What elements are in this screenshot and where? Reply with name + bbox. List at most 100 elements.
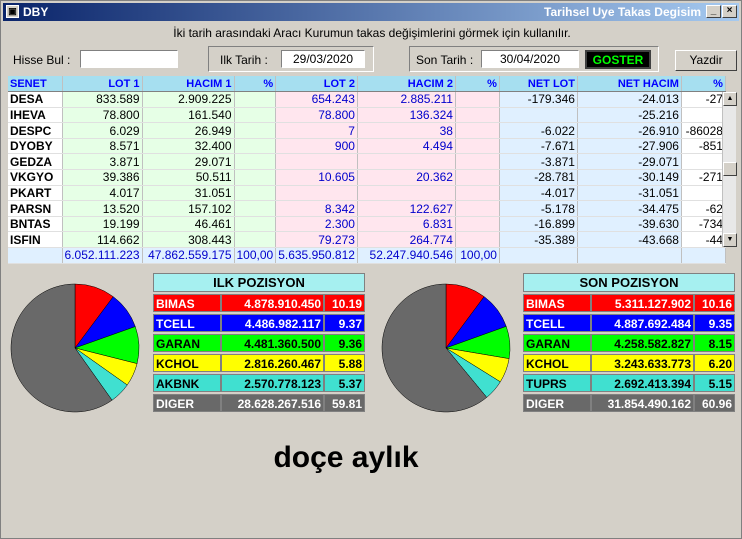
col-pct2[interactable]: %	[455, 76, 500, 93]
table-cell[interactable]	[681, 153, 726, 171]
table-cell[interactable]	[357, 153, 456, 171]
table-cell[interactable]: -86028	[681, 122, 726, 139]
yazdir-button[interactable]: Yazdir	[675, 50, 737, 71]
col-pct3[interactable]: %	[681, 76, 726, 93]
col-pct1[interactable]: %	[234, 76, 277, 93]
table-cell[interactable]: -25.216	[577, 107, 682, 124]
table-cell[interactable]: 4.494	[357, 138, 456, 155]
senet-cell[interactable]: IHEVA	[8, 107, 63, 124]
position-row[interactable]: TCELL 4.486.982.117 9.37	[153, 314, 365, 332]
table-cell[interactable]: -35.389	[499, 231, 578, 249]
table-row[interactable]: ISFIN 114.662 308.443 79.273 264.774 -35.389 -…	[8, 231, 726, 249]
table-cell[interactable]: -27.906	[577, 138, 682, 155]
table-cell[interactable]	[234, 169, 277, 186]
table-cell[interactable]: -6.022	[499, 122, 578, 139]
ilk-tarih-input[interactable]: 29/03/2020	[281, 50, 365, 68]
table-row[interactable]: DYOBY 8.571 32.400 900 4.494 -7.671 -27.906 -85…	[8, 138, 726, 155]
table-cell[interactable]: 4.017	[62, 185, 143, 202]
table-cell[interactable]: -44	[681, 231, 726, 249]
table-row[interactable]: GEDZA 3.871 29.071 -3.871 -29.071	[8, 153, 726, 171]
col-senet[interactable]: SENET	[8, 76, 63, 93]
table-cell[interactable]: 308.443	[142, 231, 235, 249]
table-cell[interactable]	[455, 200, 500, 217]
table-cell[interactable]	[234, 200, 277, 217]
table-cell[interactable]: -271	[681, 169, 726, 186]
table-row[interactable]: DESPC 6.029 26.949 7 38 -6.022 -26.910 -86028	[8, 122, 726, 139]
table-cell[interactable]	[455, 231, 500, 249]
table-cell[interactable]: 2.885.211	[357, 91, 456, 108]
table-cell[interactable]: 161.540	[142, 107, 235, 124]
table-cell[interactable]: -16.899	[499, 216, 578, 233]
table-cell[interactable]: 654.243	[275, 91, 358, 108]
table-cell[interactable]: -4.017	[499, 185, 578, 202]
close-button[interactable]: ×	[722, 5, 737, 18]
table-scrollbar[interactable]: ▲ ▼	[722, 92, 737, 247]
table-cell[interactable]	[455, 138, 500, 155]
table-cell[interactable]: 114.662	[62, 231, 143, 249]
table-cell[interactable]	[234, 91, 277, 108]
senet-cell[interactable]: BNTAS	[8, 216, 63, 233]
son-tarih-input[interactable]: 30/04/2020	[481, 50, 579, 68]
goster-button[interactable]: GOSTER	[585, 50, 651, 69]
senet-cell[interactable]: VKGYO	[8, 169, 63, 186]
table-cell[interactable]: -5.178	[499, 200, 578, 217]
table-cell[interactable]: 32.400	[142, 138, 235, 155]
table-cell[interactable]: 78.800	[275, 107, 358, 124]
position-row[interactable]: DIGER 28.628.267.516 59.81	[153, 394, 365, 412]
table-cell[interactable]: 3.871	[62, 153, 143, 171]
senet-cell[interactable]: DESPC	[8, 122, 63, 139]
table-cell[interactable]: 78.800	[62, 107, 143, 124]
table-cell[interactable]: -3.871	[499, 153, 578, 171]
table-cell[interactable]: 264.774	[357, 231, 456, 249]
table-cell[interactable]: -39.630	[577, 216, 682, 233]
table-cell[interactable]	[455, 153, 500, 171]
table-cell[interactable]	[357, 185, 456, 202]
table-cell[interactable]	[234, 185, 277, 202]
table-cell[interactable]	[234, 153, 277, 171]
table-row[interactable]: IHEVA 78.800 161.540 78.800 136.324 -25.216	[8, 107, 726, 124]
position-row[interactable]: KCHOL 3.243.633.773 6.20	[523, 354, 735, 372]
table-cell[interactable]	[455, 185, 500, 202]
senet-cell[interactable]: PKART	[8, 185, 63, 202]
table-cell[interactable]: -734	[681, 216, 726, 233]
table-cell[interactable]: -24.013	[577, 91, 682, 108]
table-cell[interactable]	[234, 216, 277, 233]
table-cell[interactable]: 20.362	[357, 169, 456, 186]
table-cell[interactable]	[455, 216, 500, 233]
position-row[interactable]: AKBNK 2.570.778.123 5.37	[153, 374, 365, 392]
table-row[interactable]: VKGYO 39.386 50.511 10.605 20.362 -28.781 -30.…	[8, 169, 726, 186]
col-hacim2[interactable]: HACIM 2	[357, 76, 456, 93]
senet-cell[interactable]: DESA	[8, 91, 63, 108]
table-row[interactable]: BNTAS 19.199 46.461 2.300 6.831 -16.899 -39.63…	[8, 216, 726, 233]
position-row[interactable]: KCHOL 2.816.260.467 5.88	[153, 354, 365, 372]
table-cell[interactable]	[455, 122, 500, 139]
table-cell[interactable]: 46.461	[142, 216, 235, 233]
table-cell[interactable]: 29.071	[142, 153, 235, 171]
title-bar[interactable]: ▣ DBY Tarihsel Uye Takas Degisim _ ×	[3, 3, 739, 21]
table-cell[interactable]: 79.273	[275, 231, 358, 249]
table-cell[interactable]: -29.071	[577, 153, 682, 171]
table-cell[interactable]	[234, 138, 277, 155]
table-cell[interactable]: 13.520	[62, 200, 143, 217]
senet-cell[interactable]: GEDZA	[8, 153, 63, 171]
table-cell[interactable]	[234, 122, 277, 139]
table-cell[interactable]	[681, 107, 726, 124]
position-row[interactable]: DIGER 31.854.490.162 60.96	[523, 394, 735, 412]
table-cell[interactable]: 157.102	[142, 200, 235, 217]
table-cell[interactable]: 39.386	[62, 169, 143, 186]
position-row[interactable]: BIMAS 5.311.127.902 10.16	[523, 294, 735, 312]
senet-cell[interactable]: ISFIN	[8, 231, 63, 249]
position-row[interactable]: GARAN 4.481.360.500 9.36	[153, 334, 365, 352]
col-lot2[interactable]: LOT 2	[275, 76, 358, 93]
position-row[interactable]: TCELL 4.887.692.484 9.35	[523, 314, 735, 332]
table-cell[interactable]: 31.051	[142, 185, 235, 202]
position-row[interactable]: TUPRS 2.692.413.394 5.15	[523, 374, 735, 392]
table-cell[interactable]: 7	[275, 122, 358, 139]
senet-cell[interactable]: DYOBY	[8, 138, 63, 155]
table-row[interactable]: PKART 4.017 31.051 -4.017 -31.051	[8, 185, 726, 202]
table-cell[interactable]: -30.149	[577, 169, 682, 186]
table-cell[interactable]: 2.909.225	[142, 91, 235, 108]
table-cell[interactable]: 2.300	[275, 216, 358, 233]
table-cell[interactable]: -31.051	[577, 185, 682, 202]
table-cell[interactable]: -851	[681, 138, 726, 155]
